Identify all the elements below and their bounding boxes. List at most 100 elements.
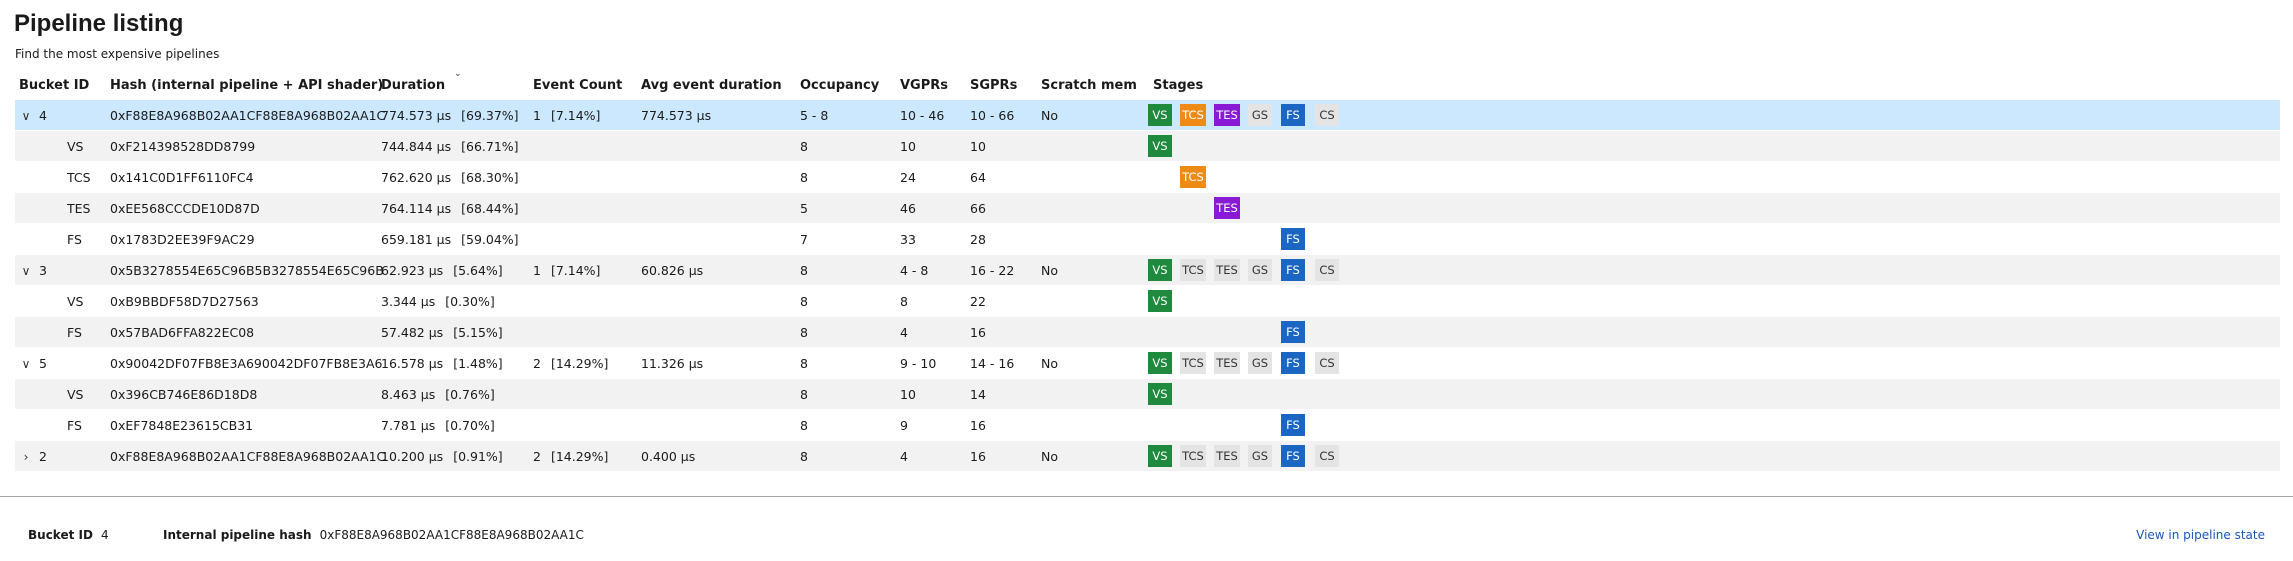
avg-duration-cell: 60.826 µs [641, 262, 704, 278]
hash-cell: 0x90042DF07FB8E3A690042DF07FB8E3A6 [110, 355, 383, 371]
duration-percent: [0.76%] [445, 386, 495, 402]
duration-cell: 3.344 µs [0.30%] [381, 294, 495, 309]
stage-name: VS [67, 138, 84, 154]
duration-percent: [0.70%] [445, 417, 495, 433]
column-header-bucket[interactable]: Bucket ID [19, 78, 89, 93]
event-count-value: 2 [533, 355, 541, 371]
column-header-sgprs[interactable]: SGPRs [970, 78, 1017, 93]
chevron-down-icon[interactable]: ∨ [19, 357, 33, 371]
stage-badge-gs: GS [1248, 104, 1272, 126]
event-count-cell: 1 [7.14%] [533, 263, 600, 278]
bucket-id: 2 [39, 448, 47, 464]
stage-name: FS [67, 324, 82, 340]
hash-cell: 0xF88E8A968B02AA1CF88E8A968B02AA1C [110, 107, 386, 123]
stage-badge-tcs: TCS [1180, 259, 1206, 281]
view-in-pipeline-state-link[interactable]: View in pipeline state [2136, 528, 2265, 542]
occupancy-cell: 5 [800, 200, 808, 216]
vgprs-cell: 9 [900, 417, 908, 433]
stage-badge-gs: GS [1248, 352, 1272, 374]
chevron-down-icon[interactable]: ∨ [19, 264, 33, 278]
duration-percent: [5.15%] [453, 324, 503, 340]
vgprs-cell: 4 - 8 [900, 262, 929, 278]
duration-value: 10.200 µs [381, 448, 444, 464]
stage-badge-tcs: TCS [1180, 445, 1206, 467]
bucket-row[interactable]: ∨ 4 0xF88E8A968B02AA1CF88E8A968B02AA1C 774.… [15, 99, 2280, 130]
footer-bucket-label: Bucket ID [28, 528, 93, 542]
duration-value: 8.463 µs [381, 386, 436, 402]
bucket-id-cell: › 2 [19, 449, 47, 464]
bucket-id-cell: ∨ 3 [19, 263, 47, 278]
chevron-right-icon[interactable]: › [19, 450, 33, 464]
stage-badge-cs: CS [1315, 259, 1339, 281]
bucket-id-cell: ∨ 5 [19, 356, 47, 371]
stage-badge-vs: VS [1148, 104, 1172, 126]
duration-cell: 762.620 µs [68.30%] [381, 170, 519, 185]
duration-value: 7.781 µs [381, 417, 436, 433]
sgprs-cell: 16 [970, 448, 986, 464]
sgprs-cell: 14 [970, 386, 986, 402]
occupancy-cell: 5 - 8 [800, 107, 829, 123]
occupancy-cell: 8 [800, 293, 808, 309]
bucket-row[interactable]: › 2 0xF88E8A968B02AA1CF88E8A968B02AA1C 10.2… [15, 440, 2280, 471]
stage-row[interactable]: VS 0x396CB746E86D18D8 8.463 µs [0.76%] 8 10 14… [15, 378, 2280, 409]
duration-cell: 764.114 µs [68.44%] [381, 201, 519, 216]
stage-name: TCS [67, 169, 91, 185]
stage-row[interactable]: TES 0xEE568CCCDE10D87D 764.114 µs [68.44%] 5… [15, 192, 2280, 223]
stage-badge-vs: VS [1148, 135, 1172, 157]
event-count-cell: 2 [14.29%] [533, 356, 608, 371]
column-header-hash[interactable]: Hash (internal pipeline + API shader) [110, 78, 383, 93]
stage-badge-gs: GS [1248, 259, 1272, 281]
page-subtitle: Find the most expensive pipelines [15, 47, 220, 61]
column-header-scratch[interactable]: Scratch mem [1041, 78, 1137, 93]
event-count-percent: [14.29%] [550, 355, 609, 371]
sgprs-cell: 16 [970, 417, 986, 433]
column-header-avg-duration[interactable]: Avg event duration [641, 78, 782, 93]
duration-percent: [66.71%] [461, 138, 519, 154]
bucket-id-cell: ∨ 4 [19, 108, 47, 123]
vgprs-cell: 33 [900, 231, 916, 247]
hash-cell: 0x5B3278554E65C96B5B3278554E65C96B [110, 262, 384, 278]
duration-value: 774.573 µs [381, 107, 452, 123]
vgprs-cell: 46 [900, 200, 916, 216]
bucket-row[interactable]: ∨ 3 0x5B3278554E65C96B5B3278554E65C96B 62.9… [15, 254, 2280, 285]
stage-badge-vs: VS [1148, 383, 1172, 405]
vgprs-cell: 10 [900, 386, 916, 402]
column-header-duration[interactable]: Duration [381, 78, 445, 93]
occupancy-cell: 8 [800, 324, 808, 340]
chevron-down-icon[interactable]: ∨ [19, 109, 33, 123]
stage-row[interactable]: FS 0xEF7848E23615CB31 7.781 µs [0.70%] 8 9 16 F… [15, 409, 2280, 440]
footer-hash-label: Internal pipeline hash [163, 528, 312, 542]
duration-value: 3.344 µs [381, 293, 436, 309]
bucket-id: 4 [39, 107, 47, 123]
scratch-cell: No [1041, 107, 1058, 123]
stage-name: VS [67, 386, 84, 402]
sgprs-cell: 16 - 22 [970, 262, 1015, 278]
stage-row[interactable]: VS 0xF214398528DD8799 744.844 µs [66.71%] 8 1… [15, 130, 2280, 161]
hash-cell: 0x396CB746E86D18D8 [110, 386, 258, 402]
duration-percent: [59.04%] [461, 231, 519, 247]
stage-row[interactable]: TCS 0x141C0D1FF6110FC4 762.620 µs [68.30%] 8… [15, 161, 2280, 192]
column-header-vgprs[interactable]: VGPRs [900, 78, 948, 93]
duration-value: 62.923 µs [381, 262, 444, 278]
event-count-percent: [7.14%] [550, 107, 601, 123]
duration-value: 762.620 µs [381, 169, 452, 185]
bucket-row[interactable]: ∨ 5 0x90042DF07FB8E3A690042DF07FB8E3A6 16.5… [15, 347, 2280, 378]
stage-badge-gs: GS [1248, 445, 1272, 467]
stage-badge-fs: FS [1281, 228, 1305, 250]
sgprs-cell: 16 [970, 324, 986, 340]
column-header-event-count[interactable]: Event Count [533, 78, 622, 93]
stage-badge-fs: FS [1281, 321, 1305, 343]
stage-row[interactable]: FS 0x57BAD6FFA822EC08 57.482 µs [5.15%] 8 4 16… [15, 316, 2280, 347]
hash-cell: 0xF214398528DD8799 [110, 138, 256, 154]
stage-name: TES [67, 200, 91, 216]
stage-row[interactable]: FS 0x1783D2EE39F9AC29 659.181 µs [59.04%] 7 3… [15, 223, 2280, 254]
stage-badge-cs: CS [1315, 352, 1339, 374]
duration-cell: 16.578 µs [1.48%] [381, 356, 503, 371]
column-header-stages[interactable]: Stages [1153, 78, 1203, 93]
hash-cell: 0xEF7848E23615CB31 [110, 417, 254, 433]
column-header-occupancy[interactable]: Occupancy [800, 78, 879, 93]
stage-row[interactable]: VS 0xB9BBDF58D7D27563 3.344 µs [0.30%] 8 8 22 V… [15, 285, 2280, 316]
hash-cell: 0x141C0D1FF6110FC4 [110, 169, 254, 185]
duration-cell: 57.482 µs [5.15%] [381, 325, 503, 340]
duration-cell: 744.844 µs [66.71%] [381, 139, 519, 154]
